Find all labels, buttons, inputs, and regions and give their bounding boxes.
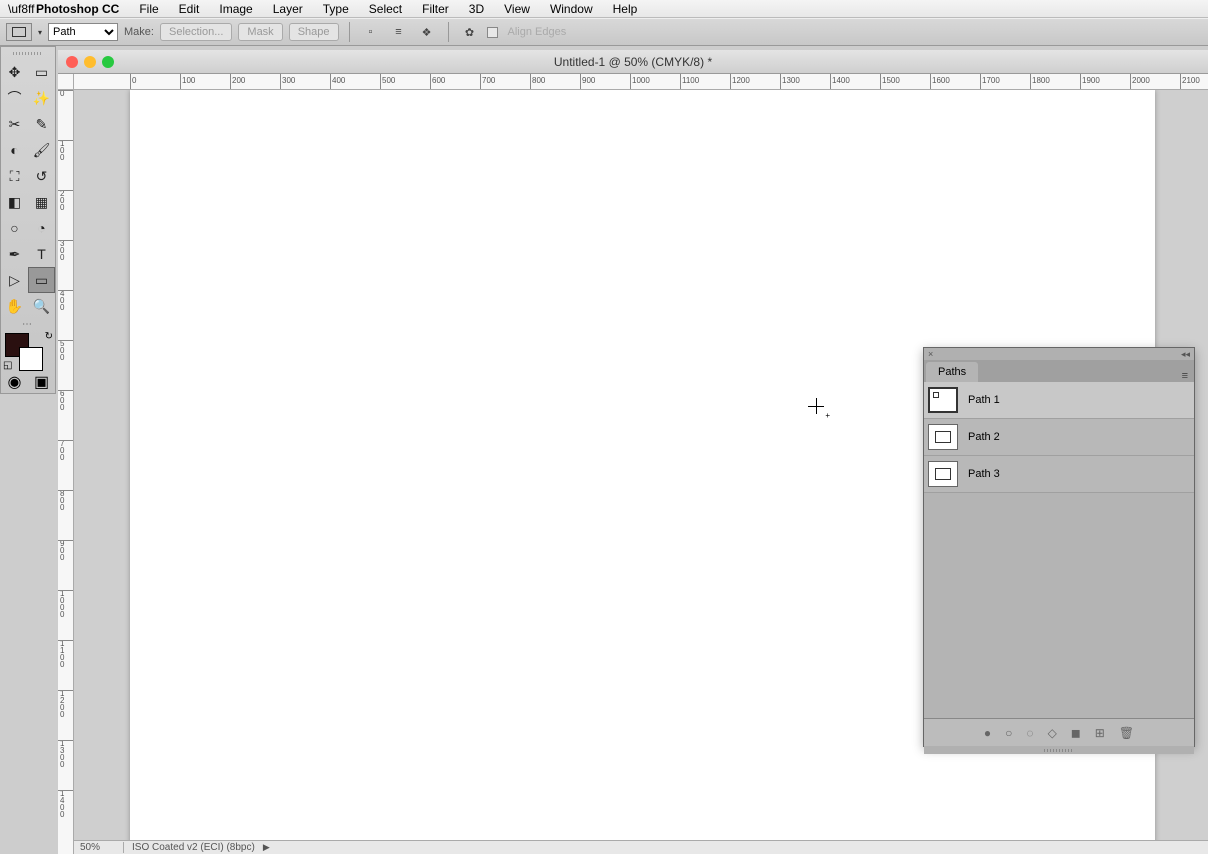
path-arrangement-icon[interactable]: ❖ [416, 22, 438, 42]
path-operations-icon[interactable]: ▫ [360, 22, 382, 42]
toolbar-more[interactable]: ⋯ [1, 319, 55, 331]
apple-menu-icon[interactable]: \uf8ff [8, 2, 26, 16]
document-title: Untitled-1 @ 50% (CMYK/8) * [58, 55, 1208, 69]
system-menubar: \uf8ff Photoshop CC File Edit Image Laye… [0, 0, 1208, 18]
spot-heal-tool[interactable]: ◐ [1, 137, 28, 163]
color-wells: ↻ ◱ [1, 331, 55, 371]
window-titlebar: Untitled-1 @ 50% (CMYK/8) * [58, 50, 1208, 74]
screen-mode-icon[interactable]: ▣ [28, 371, 55, 393]
path-select-tool[interactable]: ▷ [1, 267, 28, 293]
path-item[interactable]: Path 3 [924, 456, 1194, 493]
vertical-ruler[interactable]: 0100200300400500600700800900100011001200… [58, 90, 74, 854]
separator [448, 22, 449, 42]
panel-menu-icon[interactable]: ≡ [1182, 370, 1188, 382]
add-mask-icon[interactable]: ◼ [1071, 726, 1081, 740]
panel-tab-bar: Paths ≡ [924, 360, 1194, 382]
align-edges-checkbox[interactable] [487, 27, 498, 38]
make-label: Make: [124, 26, 154, 38]
path-name[interactable]: Path 2 [968, 431, 1000, 443]
path-item[interactable]: Path 2 [924, 419, 1194, 456]
pen-tool[interactable]: ✒ [1, 241, 28, 267]
stroke-path-icon[interactable]: ○ [1005, 726, 1012, 740]
new-path-icon[interactable]: ⊞ [1095, 726, 1105, 740]
path-thumbnail[interactable] [928, 461, 958, 487]
lasso-tool[interactable]: ⌒ [1, 85, 28, 111]
zoom-tool[interactable]: 🔍 [28, 293, 55, 319]
menu-3d[interactable]: 3D [459, 2, 494, 16]
ruler-origin[interactable] [58, 74, 74, 90]
blur-tool[interactable]: ○ [1, 215, 28, 241]
menu-filter[interactable]: Filter [412, 2, 459, 16]
gear-icon[interactable]: ✿ [459, 22, 481, 42]
swap-colors-icon[interactable]: ↻ [45, 331, 53, 342]
history-brush-tool[interactable]: ↺ [28, 163, 55, 189]
panel-header[interactable]: × ◂◂ [924, 348, 1194, 360]
panel-resize-handle[interactable] [924, 746, 1194, 754]
marquee-tool[interactable]: ▭ [28, 59, 55, 85]
fill-path-icon[interactable]: ● [984, 726, 991, 740]
tab-paths[interactable]: Paths [926, 362, 978, 382]
make-selection-button[interactable]: Selection... [160, 23, 232, 41]
status-menu-icon[interactable]: ▶ [263, 842, 270, 853]
dodge-tool[interactable]: ◔ [28, 215, 55, 241]
app-name[interactable]: Photoshop CC [26, 2, 129, 16]
path-name[interactable]: Path 1 [968, 394, 1000, 406]
menu-select[interactable]: Select [359, 2, 412, 16]
paths-panel: × ◂◂ Paths ≡ Path 1 Path 2 Path 3 ● ○ ◌ … [923, 347, 1195, 747]
delete-path-icon[interactable]: 🗑 [1119, 726, 1134, 740]
separator [349, 22, 350, 42]
status-bar: 50% ISO Coated v2 (ECI) (8bpc) ▶ [74, 840, 1208, 854]
path-alignment-icon[interactable]: ≡ [388, 22, 410, 42]
menu-file[interactable]: File [129, 2, 168, 16]
move-tool[interactable]: ✥ [1, 59, 28, 85]
paths-list: Path 1 Path 2 Path 3 [924, 382, 1194, 718]
gradient-tool[interactable]: ▦ [28, 189, 55, 215]
menu-type[interactable]: Type [313, 2, 359, 16]
selection-to-path-icon[interactable]: ◇ [1048, 726, 1057, 740]
menu-view[interactable]: View [494, 2, 540, 16]
path-name[interactable]: Path 3 [968, 468, 1000, 480]
brush-tool[interactable]: 🖌 [28, 137, 55, 163]
eyedropper-tool[interactable]: ✎ [28, 111, 55, 137]
close-icon[interactable]: × [928, 349, 933, 359]
menu-layer[interactable]: Layer [263, 2, 313, 16]
chevron-down-icon[interactable]: ▾ [38, 28, 42, 37]
crop-tool[interactable]: ✂ [1, 111, 28, 137]
menu-image[interactable]: Image [209, 2, 262, 16]
align-edges-label: Align Edges [508, 26, 567, 38]
menu-edit[interactable]: Edit [169, 2, 210, 16]
path-to-selection-icon[interactable]: ◌ [1026, 726, 1033, 740]
clone-stamp-tool[interactable]: ⛶ [1, 163, 28, 189]
path-thumbnail[interactable] [928, 424, 958, 450]
menu-window[interactable]: Window [540, 2, 603, 16]
make-shape-button[interactable]: Shape [289, 23, 339, 41]
path-thumbnail[interactable] [928, 387, 958, 413]
tool-mode-select[interactable]: Path [48, 23, 118, 41]
cursor-crosshair-icon: + [808, 398, 826, 416]
menu-help[interactable]: Help [603, 2, 648, 16]
magic-wand-tool[interactable]: ✨ [28, 85, 55, 111]
paths-panel-footer: ● ○ ◌ ◇ ◼ ⊞ 🗑 [924, 718, 1194, 746]
type-tool[interactable]: T [28, 241, 55, 267]
options-bar: ▾ Path Make: Selection... Mask Shape ▫ ≡… [0, 18, 1208, 46]
eraser-tool[interactable]: ◧ [1, 189, 28, 215]
path-item[interactable]: Path 1 [924, 382, 1194, 419]
hand-tool[interactable]: ✋ [1, 293, 28, 319]
shape-tool-preset[interactable] [6, 23, 32, 41]
rectangle-tool[interactable]: ▭ [28, 267, 55, 293]
default-colors-icon[interactable]: ◱ [3, 360, 12, 371]
make-mask-button[interactable]: Mask [238, 23, 282, 41]
background-color[interactable] [19, 347, 43, 371]
collapse-icon[interactable]: ◂◂ [1181, 349, 1190, 360]
zoom-level[interactable]: 50% [74, 842, 124, 853]
document-profile[interactable]: ISO Coated v2 (ECI) (8bpc) [124, 842, 263, 853]
horizontal-ruler[interactable]: 0100200300400500600700800900100011001200… [74, 74, 1208, 90]
quick-mask-icon[interactable]: ◉ [1, 371, 28, 393]
panel-grabber[interactable] [1, 47, 55, 59]
tools-panel: ✥▭ ⌒✨ ✂✎ ◐🖌 ⛶↺ ◧▦ ○◔ ✒T ▷▭ ✋🔍 ⋯ ↻ ◱ ◉ ▣ [0, 46, 56, 394]
